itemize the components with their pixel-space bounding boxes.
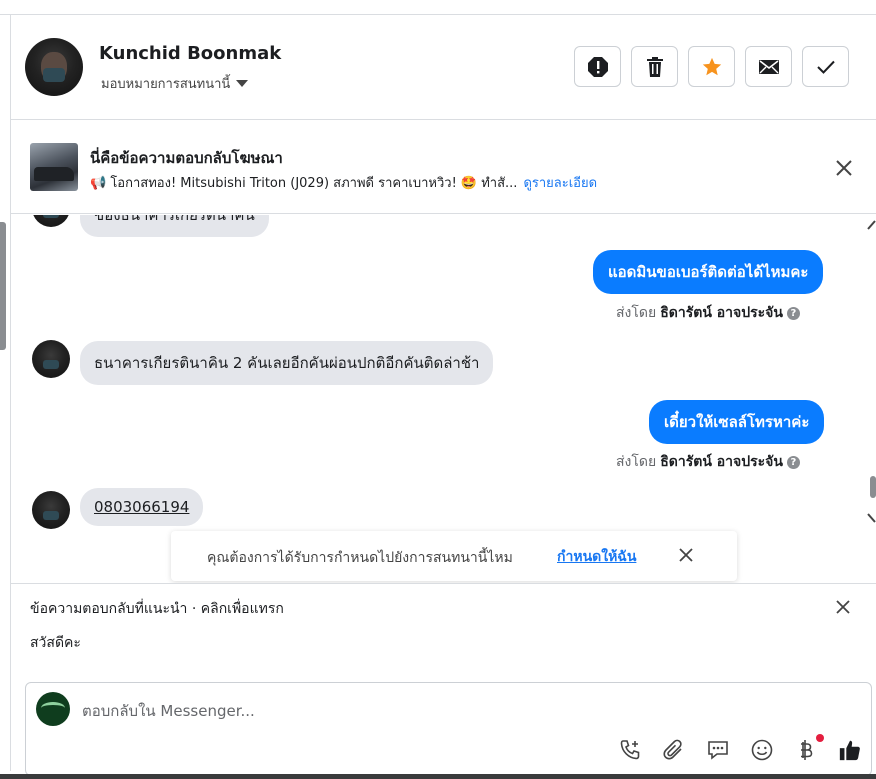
chevron-down-icon[interactable]: [867, 512, 876, 524]
message-incoming[interactable]: ธนาคารเกียรตินาคิน 2 คันเลยอีกคันผ่อนปกต…: [80, 341, 494, 385]
mark-unread-button[interactable]: [745, 46, 792, 87]
ad-details-link[interactable]: ดูรายละเอียด: [523, 176, 597, 191]
spam-icon: [587, 56, 608, 77]
mark-done-button[interactable]: [802, 46, 849, 87]
trash-icon: [646, 56, 663, 77]
sent-by-label: ส่งโดย ธิดารัตน์ อาจประจัน ?: [616, 451, 800, 473]
smiley-icon: [751, 739, 773, 761]
message-incoming[interactable]: ของธนาคารเกียรตินาคิน: [80, 215, 269, 237]
taskbar-edge: [0, 774, 876, 779]
like-button[interactable]: [838, 738, 862, 762]
ad-reply-snippet: 📢 โอกาสทอง! Mitsubishi Triton (J029) สภา…: [90, 172, 597, 193]
sent-by-name: ธิดารัตน์ อาจประจัน: [660, 305, 783, 321]
inbox-conversation: Kunchid Boonmak มอบหมายการสนทนานี้ นี่คื…: [0, 0, 876, 779]
thumbs-up-icon: [839, 740, 860, 761]
suggested-reply-item[interactable]: สวัสดีคะ: [30, 632, 81, 654]
saved-replies-button[interactable]: [706, 738, 730, 762]
attach-button[interactable]: [662, 738, 686, 762]
suggested-replies-title: ข้อความตอบกลับที่แนะนำ · คลิกเพื่อแทรก: [30, 601, 284, 617]
message-outgoing[interactable]: แอดมินขอเบอร์ติดต่อได้ไหมคะ: [593, 250, 824, 294]
close-icon[interactable]: [834, 598, 852, 616]
caret-down-icon: [236, 80, 249, 87]
emoji-button[interactable]: [750, 738, 774, 762]
close-icon[interactable]: [677, 546, 695, 564]
contact-avatar[interactable]: [25, 38, 83, 96]
assign-dropdown[interactable]: มอบหมายการสนทนานี้: [101, 73, 249, 94]
paperclip-icon: [663, 739, 682, 760]
page-avatar: [36, 692, 70, 726]
delete-button[interactable]: [631, 46, 678, 87]
baht-icon: [801, 740, 813, 760]
sent-by-prefix: ส่งโดย: [616, 305, 657, 321]
top-strip: [0, 0, 876, 15]
contact-avatar-small: [32, 340, 70, 378]
contact-avatar-small: [32, 491, 70, 529]
assign-label: มอบหมายการสนทนานี้: [101, 77, 231, 92]
sent-by-label: ส่งโดย ธิดารัตน์ อาจประจัน ?: [616, 302, 800, 324]
call-button[interactable]: [618, 738, 642, 762]
reply-input[interactable]: [82, 700, 782, 722]
message-thread[interactable]: ของธนาคารเกียรตินาคิน แอดมินขอเบอร์ติดต่…: [11, 215, 867, 583]
reply-composer: [25, 682, 872, 776]
assign-prompt-question: คุณต้องการได้รับการกำหนดไปยังการสนทนานี้…: [207, 550, 513, 566]
header-actions: [574, 46, 849, 87]
scrollbar-thumb[interactable]: [870, 476, 876, 498]
sent-by-name: ธิดารัตน์ อาจประจัน: [660, 454, 783, 470]
chevron-up-icon[interactable]: [867, 219, 876, 231]
ad-thumbnail: [30, 143, 78, 191]
conversation-header: Kunchid Boonmak มอบหมายการสนทนานี้: [11, 16, 876, 120]
star-icon: [702, 57, 721, 75]
notification-dot: [816, 734, 824, 742]
ad-reply-title: นี่คือข้อความตอบกลับโฆษณา: [90, 149, 283, 167]
assign-prompt: คุณต้องการได้รับการกำหนดไปยังการสนทนานี้…: [171, 531, 737, 581]
phone-number-message[interactable]: 0803066194: [80, 488, 204, 526]
check-icon: [816, 60, 835, 74]
composer-tools: [618, 734, 862, 762]
mark-spam-button[interactable]: [574, 46, 621, 87]
message-outgoing[interactable]: เดี๋ยวให้เซลล์โทรหาค่ะ: [649, 400, 825, 444]
suggested-replies: ข้อความตอบกลับที่แนะนำ · คลิกเพื่อแทรก ส…: [11, 583, 876, 675]
phone-add-icon: [620, 740, 640, 760]
contact-name[interactable]: Kunchid Boonmak: [99, 43, 281, 64]
assign-to-me-link[interactable]: กำหนดให้ฉัน: [557, 546, 636, 568]
envelope-icon: [758, 59, 779, 74]
close-icon[interactable]: [833, 157, 855, 179]
ad-snippet-text: 📢 โอกาสทอง! Mitsubishi Triton (J029) สภา…: [90, 176, 518, 191]
chat-bubble-icon: [708, 741, 728, 760]
scrollbar-right[interactable]: [867, 215, 876, 583]
sent-by-prefix: ส่งโดย: [616, 454, 657, 470]
ad-reply-banner: นี่คือข้อความตอบกลับโฆษณา 📢 โอกาสทอง! Mi…: [11, 121, 876, 214]
help-icon[interactable]: ?: [786, 306, 800, 320]
star-button[interactable]: [688, 46, 735, 87]
scrollbar-left[interactable]: [0, 222, 6, 350]
contact-avatar-small: [32, 215, 70, 227]
payment-button[interactable]: [794, 734, 824, 762]
help-icon[interactable]: ?: [786, 455, 800, 469]
